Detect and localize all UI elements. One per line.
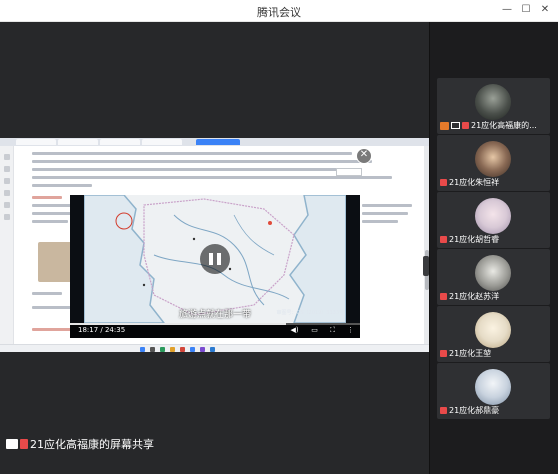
article-text-line — [32, 212, 72, 215]
rail-icon — [4, 154, 10, 160]
article-text-line — [362, 220, 398, 223]
article-text-line — [32, 176, 392, 179]
participant-name: 21应化高福康的... — [471, 121, 537, 130]
participant-tile[interactable]: 21应化郝鼎豪 — [437, 363, 550, 419]
rail-icon — [4, 214, 10, 220]
participant-name: 21应化胡哲睿 — [449, 235, 500, 244]
participant-tile[interactable]: 21应化王堃 — [437, 306, 550, 362]
close-button[interactable]: ✕ — [538, 3, 552, 17]
pause-icon — [209, 253, 213, 265]
article-text-line — [32, 160, 372, 163]
taskbar-icon — [150, 347, 155, 352]
browser-tab — [100, 139, 140, 145]
host-icon — [440, 121, 449, 130]
rail-icon — [4, 202, 10, 208]
mic-muted-icon — [440, 350, 447, 357]
participant-tile[interactable]: 21应化胡哲睿 — [437, 192, 550, 248]
mic-muted-icon — [440, 236, 447, 243]
avatar — [475, 141, 511, 177]
window-title: 腾讯会议 — [257, 6, 301, 19]
floating-mini-window — [336, 168, 362, 176]
pip-icon[interactable]: ▭ — [310, 326, 319, 335]
article-text-line — [32, 220, 68, 223]
video-progress-fill — [70, 323, 286, 325]
taskbar-icon — [200, 347, 205, 352]
taskbar-icon — [190, 347, 195, 352]
minimize-button[interactable]: — — [500, 3, 514, 17]
pause-icon — [217, 253, 221, 265]
participant-name: 21应化朱恒祥 — [449, 178, 500, 187]
browser-side-rail — [0, 146, 14, 352]
avatar — [475, 255, 511, 291]
article-text-line — [32, 292, 62, 295]
participant-name-tag: 21应化王堃 — [440, 347, 548, 360]
video-time: 18:17 / 24:35 — [78, 326, 126, 334]
rail-icon — [4, 166, 10, 172]
participant-name-tag: 21应化胡哲睿 — [440, 233, 548, 246]
map-copyright: 审图号：GS（2019）3333号 — [276, 310, 345, 316]
avatar — [475, 312, 511, 348]
rail-icon — [4, 190, 10, 196]
video-close-icon[interactable]: ✕ — [356, 148, 372, 164]
fullscreen-icon[interactable]: ⛶ — [328, 326, 337, 335]
more-icon[interactable]: ⋮ — [346, 326, 355, 335]
taskbar-icon — [210, 347, 215, 352]
article-text-line — [32, 152, 352, 155]
avatar — [475, 84, 511, 120]
browser-tab-active — [196, 139, 240, 145]
sharer-name: 21应化高福康的屏幕共享 — [30, 438, 154, 451]
mic-muted-icon — [440, 407, 447, 414]
participant-name: 21应化郝鼎豪 — [449, 406, 500, 415]
volume-icon[interactable]: ◀) — [290, 326, 299, 335]
participant-tile[interactable]: 21应化赵苏洋 — [437, 249, 550, 305]
article-text-line — [32, 204, 72, 207]
article-link-line — [32, 328, 72, 331]
article-heading-line — [32, 196, 62, 199]
screen-share-icon — [451, 122, 460, 129]
mic-muted-icon — [440, 179, 447, 186]
browser-tab — [16, 139, 56, 145]
article-text-line — [362, 212, 408, 215]
video-controls: 18:17 / 24:35 ◀) ▭ ⛶ ⋮ — [70, 323, 360, 338]
participant-tile[interactable]: 21应化朱恒祥 — [437, 135, 550, 191]
mic-muted-icon — [462, 122, 469, 129]
participant-name-tag: 21应化赵苏洋 — [440, 290, 548, 303]
taskbar-icon — [140, 347, 145, 352]
taskbar-icon — [170, 347, 175, 352]
rail-icon — [4, 178, 10, 184]
mic-muted-icon — [20, 439, 28, 449]
video-progress-bar[interactable] — [70, 323, 360, 325]
participant-name-tag: 21应化高福康的... — [440, 119, 548, 132]
browser-tab-strip — [0, 138, 430, 146]
shared-taskbar — [0, 344, 430, 352]
article-text-line — [32, 168, 342, 171]
avatar — [475, 369, 511, 405]
participant-name: 21应化王堃 — [449, 349, 492, 358]
participant-tile[interactable]: 21应化高福康的... — [437, 78, 550, 134]
article-text-line — [362, 204, 412, 207]
maximize-button[interactable]: ☐ — [519, 3, 533, 17]
browser-tab — [142, 139, 182, 145]
screen-share-view[interactable]: ✕ 旅游点就在那一带 审图号：GS（2019）3333号 18:17 / 24:… — [0, 138, 430, 352]
article-text-line — [32, 184, 92, 187]
taskbar-icon — [180, 347, 185, 352]
pause-button[interactable] — [200, 244, 230, 274]
title-bar: 腾讯会议 — ☐ ✕ — [0, 0, 558, 22]
avatar — [475, 198, 511, 234]
participant-name-tag: 21应化郝鼎豪 — [440, 404, 548, 417]
browser-tab — [58, 139, 98, 145]
screen-share-label: 21应化高福康的屏幕共享 — [6, 438, 154, 452]
mic-muted-icon — [440, 293, 447, 300]
video-player[interactable]: 旅游点就在那一带 审图号：GS（2019）3333号 18:17 / 24:35… — [70, 195, 360, 338]
article-text-line — [32, 306, 72, 309]
taskbar-icon — [160, 347, 165, 352]
participant-name: 21应化赵苏洋 — [449, 292, 500, 301]
participant-sidebar: 21应化高福康的... 21应化朱恒祥 21应化胡哲睿 21应化赵苏洋 21应化… — [430, 22, 558, 474]
participant-name-tag: 21应化朱恒祥 — [440, 176, 548, 189]
screen-share-icon — [6, 439, 18, 449]
